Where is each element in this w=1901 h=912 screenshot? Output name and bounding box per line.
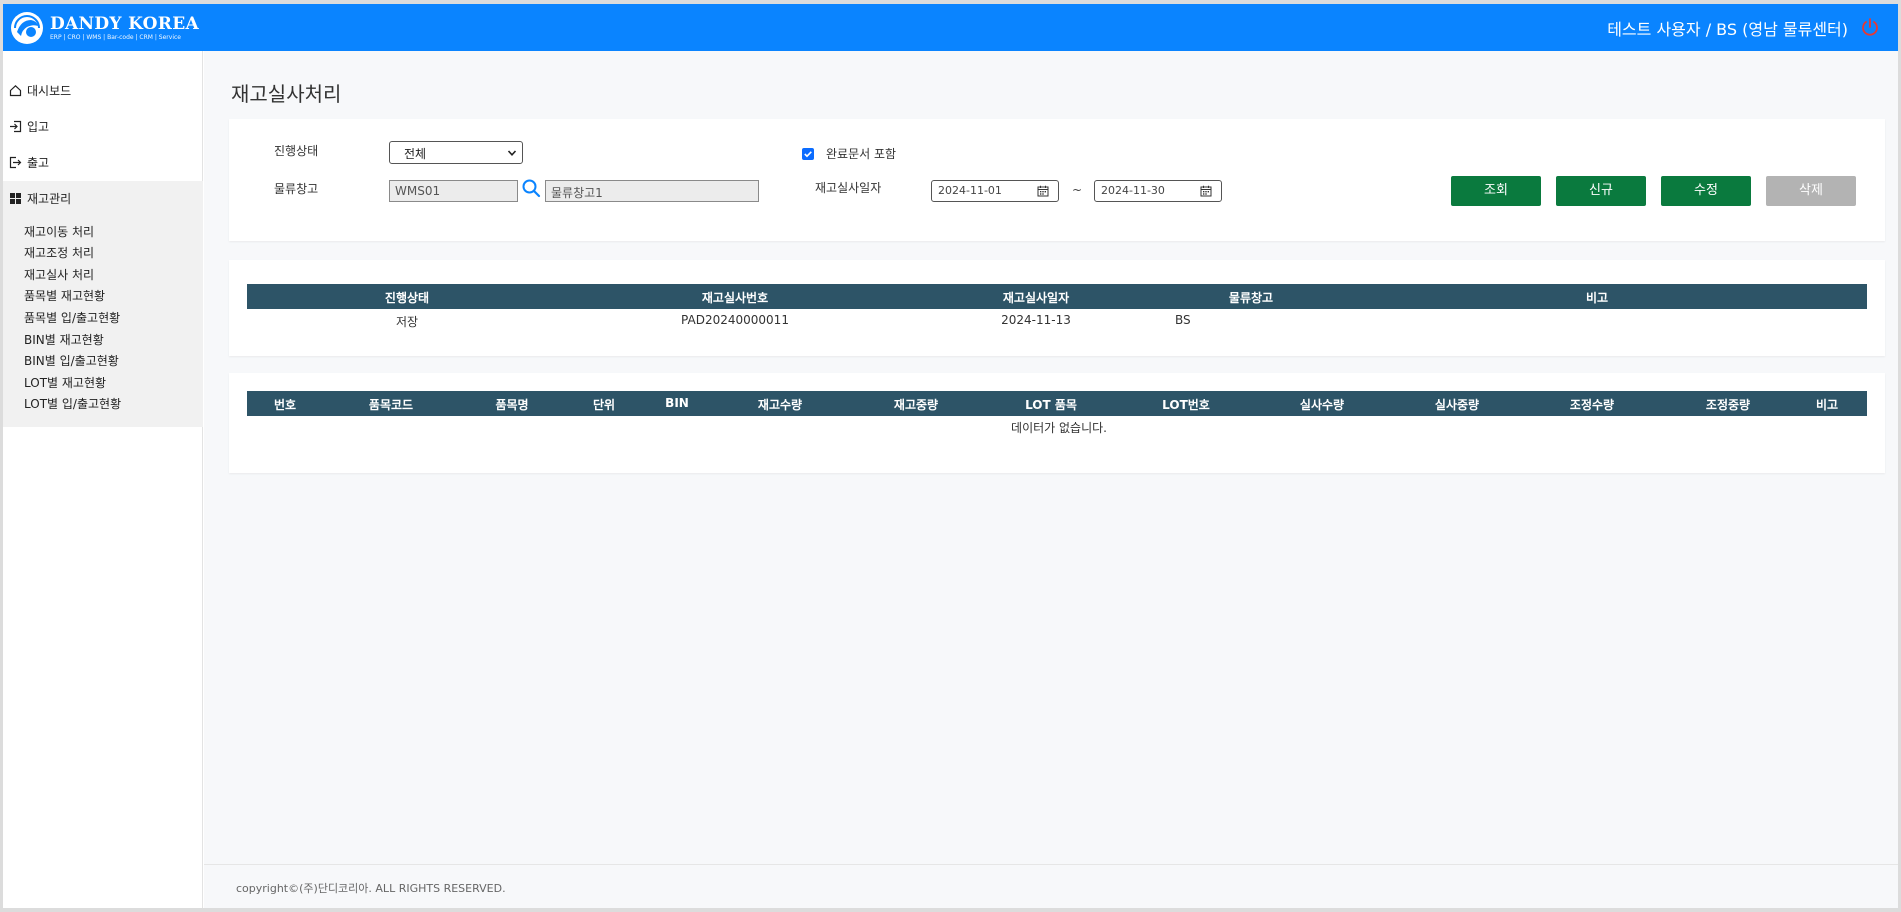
detail-table-header: 번호 품목코드 품목명 단위 BIN 재고수량 재고중량 LOT 품목 LOT번…	[247, 391, 1867, 416]
sidebar-item-label: 재고관리	[27, 192, 72, 206]
include-completed-checkbox[interactable]	[802, 148, 814, 160]
col-header-bin[interactable]: BIN	[665, 396, 689, 410]
col-header-lot-item[interactable]: LOT 품목	[1025, 396, 1077, 413]
warehouse-code-field[interactable]: WMS01	[389, 180, 518, 202]
app-window: DANDY KOREA ERP | CRO | WMS | Bar-code |…	[3, 4, 1898, 908]
col-header-count-weight[interactable]: 실사중량	[1435, 396, 1479, 413]
check-icon	[804, 151, 812, 158]
col-header-unit[interactable]: 단위	[593, 396, 615, 413]
col-header-count-qty[interactable]: 실사수량	[1300, 396, 1344, 413]
col-header-stock-qty[interactable]: 재고수량	[758, 396, 802, 413]
cell-warehouse: BS	[1175, 313, 1191, 327]
date-label: 재고실사일자	[815, 181, 882, 195]
col-header-detail-note[interactable]: 비고	[1816, 396, 1838, 413]
inventory-menu-group: 재고관리 재고이동 처리 재고조정 처리 재고실사 처리 품목별 재고현황 품목…	[3, 181, 203, 427]
col-header-index[interactable]: 번호	[274, 396, 296, 413]
col-header-stocktaking-date[interactable]: 재고실사일자	[1003, 289, 1069, 306]
cell-status: 저장	[395, 315, 419, 329]
col-header-adjust-qty[interactable]: 조정수량	[1570, 396, 1614, 413]
brand-tagline: ERP | CRO | WMS | Bar-code | CRM | Servi…	[50, 33, 181, 41]
top-header: DANDY KOREA ERP | CRO | WMS | Bar-code |…	[3, 4, 1898, 51]
brand-name: DANDY KOREA	[50, 13, 199, 34]
sidebar-item-label: 대시보드	[27, 84, 72, 98]
status-select-value: 전체	[404, 147, 427, 161]
copyright-text: copyright©(주)단디코리아. ALL RIGHTS RESERVED.	[236, 882, 506, 895]
col-header-note[interactable]: 비고	[1586, 289, 1608, 306]
sidebar-subitem-io-by-item[interactable]: 품목별 입/출고현황	[24, 309, 120, 326]
col-header-warehouse[interactable]: 물류창고	[1229, 289, 1273, 306]
new-button[interactable]: 신규	[1556, 176, 1646, 206]
home-icon	[9, 84, 22, 97]
col-header-item-name[interactable]: 품목명	[495, 396, 528, 413]
sidebar-item-inbound[interactable]: 입고	[9, 118, 49, 135]
sign-out-icon	[9, 156, 22, 169]
col-header-adjust-weight[interactable]: 조정중량	[1706, 396, 1750, 413]
grid-icon	[10, 193, 21, 204]
date-range-separator: ~	[1072, 183, 1083, 197]
status-select[interactable]: 전체	[389, 141, 523, 164]
col-header-stocktaking-number[interactable]: 재고실사번호	[702, 289, 768, 306]
col-header-item-code[interactable]: 품목코드	[369, 396, 413, 413]
master-table-header: 진행상태 재고실사번호 재고실사일자 물류창고 비고	[247, 284, 1867, 309]
detail-grid-panel: 번호 품목코드 품목명 단위 BIN 재고수량 재고중량 LOT 품목 LOT번…	[229, 373, 1885, 473]
delete-button[interactable]: 삭제	[1766, 176, 1856, 206]
chevron-down-icon	[507, 150, 517, 156]
col-header-status[interactable]: 진행상태	[385, 289, 429, 306]
date-to-field[interactable]: 2024-11-30	[1094, 180, 1222, 202]
warehouse-name-field[interactable]: 물류창고1	[545, 180, 759, 202]
date-from-value: 2024-11-01	[938, 184, 1002, 197]
sidebar-subitem-stock-by-item[interactable]: 품목별 재고현황	[24, 287, 105, 304]
sidebar-subitem-io-by-bin[interactable]: BIN별 입/출고현황	[24, 352, 119, 369]
edit-button[interactable]: 수정	[1661, 176, 1751, 206]
cell-stocktaking-number: PAD20240000011	[681, 313, 789, 327]
footer: copyright©(주)단디코리아. ALL RIGHTS RESERVED.	[204, 864, 1898, 908]
sidebar: 대시보드 입고 출고 재고관리 재고이동 처리 재고조정 처리 재고실사 처리 …	[3, 51, 203, 908]
sidebar-subitem-stock-by-lot[interactable]: LOT별 재고현황	[24, 374, 106, 391]
sidebar-subitem-stock-adjustment[interactable]: 재고조정 처리	[24, 244, 94, 261]
sidebar-item-label: 출고	[27, 156, 50, 170]
sidebar-item-label: 입고	[27, 120, 50, 134]
sidebar-subitem-stocktaking[interactable]: 재고실사 처리	[24, 266, 94, 283]
date-from-field[interactable]: 2024-11-01	[931, 180, 1059, 202]
logout-power-icon[interactable]	[1860, 17, 1880, 37]
sidebar-subitem-stock-transfer[interactable]: 재고이동 처리	[24, 223, 94, 240]
search-button[interactable]: 조회	[1451, 176, 1541, 206]
search-icon[interactable]	[521, 178, 541, 198]
sidebar-subitem-stock-by-bin[interactable]: BIN별 재고현황	[24, 331, 104, 348]
warehouse-label: 물류창고	[274, 182, 319, 196]
sign-in-icon	[10, 120, 22, 133]
date-to-value: 2024-11-30	[1101, 184, 1165, 197]
main-content: 재고실사처리 진행상태 전체 물류창고 WMS01 물류창고1 완료문서 포함 …	[204, 51, 1898, 908]
sidebar-subitem-io-by-lot[interactable]: LOT별 입/출고현황	[24, 395, 121, 412]
include-completed-label: 완료문서 포함	[826, 147, 897, 161]
brand-logo[interactable]: DANDY KOREA ERP | CRO | WMS | Bar-code |…	[9, 8, 199, 48]
col-header-stock-weight[interactable]: 재고중량	[894, 396, 938, 413]
calendar-icon	[1200, 185, 1212, 197]
user-info: 테스트 사용자 / BS (영남 물류센터)	[1607, 20, 1848, 39]
sidebar-item-dashboard[interactable]: 대시보드	[9, 82, 71, 99]
empty-message: 데이터가 없습니다.	[1011, 421, 1107, 435]
page-title: 재고실사처리	[231, 82, 342, 106]
master-grid-panel: 진행상태 재고실사번호 재고실사일자 물류창고 비고 저장 PAD2024000…	[229, 260, 1885, 356]
search-panel: 진행상태 전체 물류창고 WMS01 물류창고1 완료문서 포함 재고실사일자 …	[229, 119, 1885, 241]
status-label: 진행상태	[274, 144, 319, 158]
calendar-icon	[1037, 185, 1049, 197]
logo-mark-icon	[11, 12, 43, 44]
sidebar-item-inventory[interactable]: 재고관리	[9, 190, 71, 207]
col-header-lot-number[interactable]: LOT번호	[1162, 396, 1210, 413]
sidebar-item-outbound[interactable]: 출고	[9, 154, 49, 171]
cell-stocktaking-date: 2024-11-13	[1001, 313, 1071, 327]
